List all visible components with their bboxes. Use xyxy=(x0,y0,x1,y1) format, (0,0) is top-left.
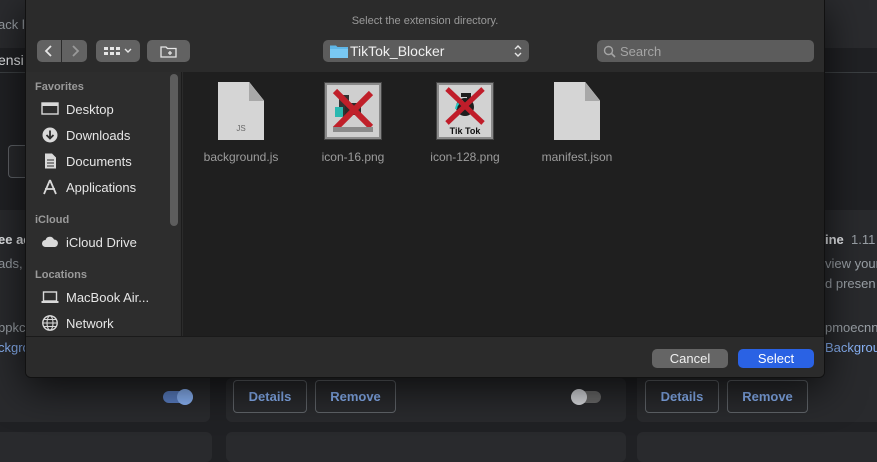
card-right-description-2: d presen xyxy=(825,276,876,291)
file-item-icon-16[interactable]: icon-16.png xyxy=(308,82,398,164)
details-button-middle[interactable]: Details xyxy=(233,380,307,413)
downloads-icon xyxy=(41,127,59,143)
sidebar-item-downloads[interactable]: Downloads xyxy=(41,124,130,146)
enable-toggle-left[interactable] xyxy=(163,389,193,405)
remove-button-right[interactable]: Remove xyxy=(727,380,808,413)
up-down-chevron-icon xyxy=(514,45,522,57)
sidebar-item-label: Documents xyxy=(66,153,132,169)
sidebar-item-label: iCloud Drive xyxy=(66,234,137,250)
card-right-title: ine xyxy=(825,232,844,247)
card-right-version: 1.11 xyxy=(851,232,876,247)
sidebar-item-label: Downloads xyxy=(66,127,131,143)
folder-icon xyxy=(330,45,348,58)
file-name: manifest.json xyxy=(541,150,613,164)
sidebar-item-macbook[interactable]: MacBook Air... xyxy=(41,286,149,308)
card-left-description: ads, xyxy=(0,256,23,271)
page-fold xyxy=(249,82,264,101)
sidebar-item-label: MacBook Air... xyxy=(66,289,150,305)
sidebar-heading-locations: Locations xyxy=(35,269,87,281)
file-type-badge: Tik Tok xyxy=(449,126,481,136)
new-folder-button[interactable] xyxy=(147,40,190,62)
chevron-right-icon xyxy=(71,45,79,57)
file-chooser-dialog: Select the extension directory. TikTok_B… xyxy=(25,0,825,378)
extension-card-next-middle xyxy=(226,432,626,462)
sidebar-heading-favorites: Favorites xyxy=(35,81,84,93)
cloud-icon xyxy=(41,234,59,250)
png-thumbnail-icon xyxy=(324,82,382,140)
file-name: icon-16.png xyxy=(321,150,385,164)
file-grid: JS background.js icon-16.png Tik Tok ico… xyxy=(183,72,824,336)
file-item-background-js[interactable]: JS background.js xyxy=(196,82,286,164)
applications-icon xyxy=(41,179,59,195)
sidebar-heading-icloud: iCloud xyxy=(35,214,70,226)
cancel-button[interactable]: Cancel xyxy=(652,349,728,368)
sidebar-item-label: Desktop xyxy=(66,101,114,117)
sidebar-item-label: Applications xyxy=(66,179,137,195)
search-icon xyxy=(603,45,616,58)
search-placeholder: Search xyxy=(620,44,662,59)
chevron-left-icon xyxy=(44,45,52,57)
remove-button-middle[interactable]: Remove xyxy=(315,380,396,413)
forward-button[interactable] xyxy=(62,40,87,62)
card-right-link[interactable]: Background xyxy=(825,340,877,355)
back-button[interactable] xyxy=(37,40,61,62)
sidebar-item-network[interactable]: Network xyxy=(41,312,114,334)
new-folder-icon xyxy=(159,46,177,58)
desktop-icon xyxy=(41,101,59,117)
details-button-right[interactable]: Details xyxy=(645,380,719,413)
file-type-badge: JS xyxy=(236,124,246,133)
card-right-id: pmoecnn xyxy=(825,320,877,335)
js-file-icon: JS xyxy=(218,82,264,140)
toggle-knob xyxy=(571,389,587,405)
finder-sidebar: Favorites Desktop Downloads Documents Ap… xyxy=(26,72,182,336)
search-field[interactable]: Search xyxy=(597,40,814,62)
file-item-manifest-json[interactable]: manifest.json xyxy=(532,82,622,164)
sidebar-item-desktop[interactable]: Desktop xyxy=(41,98,114,120)
extension-card-next-right xyxy=(637,432,877,462)
enable-toggle-middle[interactable] xyxy=(571,389,601,405)
sidebar-item-icloud-drive[interactable]: iCloud Drive xyxy=(41,231,137,253)
sidebar-item-label: Network xyxy=(66,315,114,331)
thumbnail-canvas xyxy=(327,85,379,137)
card-right-description: view your xyxy=(825,256,877,271)
file-item-icon-128[interactable]: Tik Tok icon-128.png xyxy=(420,82,510,164)
sidebar-item-documents[interactable]: Documents xyxy=(41,150,132,172)
load-unpacked-button-fragment[interactable] xyxy=(8,145,26,178)
card-left-id: bpkc xyxy=(0,320,26,335)
file-name: background.js xyxy=(203,150,279,164)
file-name: icon-128.png xyxy=(430,150,500,164)
network-icon xyxy=(41,315,59,331)
dialog-footer: Cancel Select xyxy=(26,336,824,377)
folder-path-popup[interactable]: TikTok_Blocker xyxy=(323,40,529,62)
extension-card-next-left xyxy=(0,432,212,462)
section-title-fragment: ensi xyxy=(0,52,24,68)
dialog-title: Select the extension directory. xyxy=(351,15,499,27)
toggle-knob xyxy=(177,389,193,405)
current-folder-label: TikTok_Blocker xyxy=(350,43,445,59)
png-thumbnail-icon: Tik Tok xyxy=(436,82,494,140)
sidebar-scrollbar[interactable] xyxy=(170,74,178,226)
view-mode-button[interactable] xyxy=(96,40,140,62)
json-file-icon xyxy=(554,82,600,140)
page-fold xyxy=(585,82,600,101)
topbar-back-text: ack l xyxy=(0,17,25,32)
grid-view-icon xyxy=(104,47,132,55)
laptop-icon xyxy=(41,289,59,305)
documents-icon xyxy=(41,153,59,169)
sidebar-item-applications[interactable]: Applications xyxy=(41,176,136,198)
select-button[interactable]: Select xyxy=(738,349,814,368)
tiktok-logo-crossed-icon xyxy=(327,85,379,137)
